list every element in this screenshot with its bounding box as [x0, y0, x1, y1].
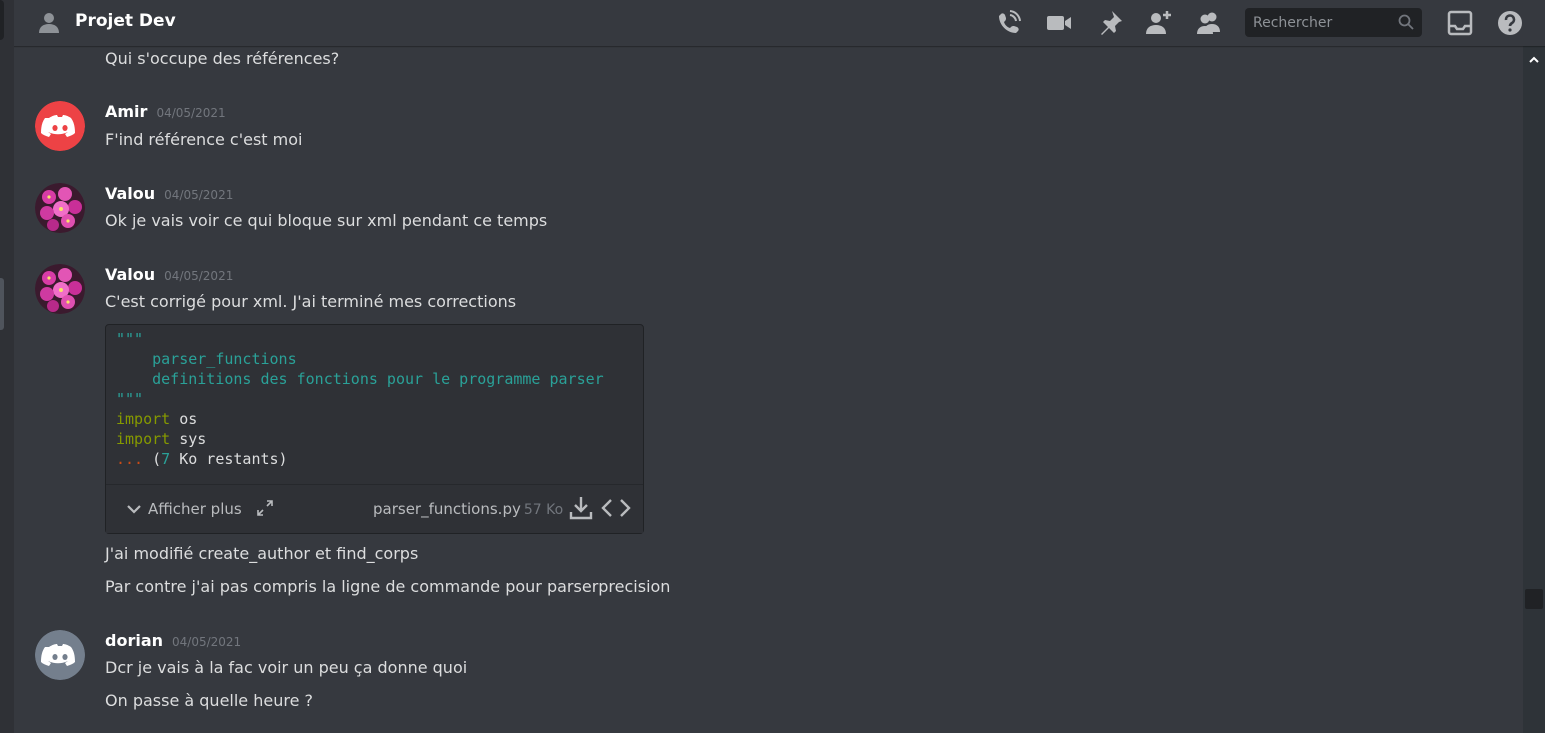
download-icon[interactable] — [569, 495, 593, 521]
message-content: Dcr je vais à la fac voir un peu ça donn… — [105, 658, 468, 677]
code-token: definitions des fonctions pour le progra… — [152, 370, 604, 388]
attachment-filename[interactable]: parser_functions.py 57 Ko — [373, 500, 563, 518]
discord-logo-icon — [35, 630, 85, 680]
scroll-up-icon[interactable] — [1528, 54, 1540, 66]
show-more-button[interactable]: Afficher plus — [126, 500, 242, 518]
message-header: Amir 04/05/2021 — [105, 102, 226, 121]
message-header: dorian 04/05/2021 — [105, 631, 241, 650]
message-header: Valou 04/05/2021 — [105, 184, 233, 203]
member-list-icon[interactable] — [1195, 9, 1223, 37]
message-header: Valou 04/05/2021 — [105, 265, 233, 284]
code-token: """ — [116, 390, 144, 408]
timestamp: 04/05/2021 — [156, 106, 226, 120]
code-token: """ — [116, 330, 144, 348]
video-call-icon[interactable] — [1045, 9, 1073, 37]
code-token: Ko restants) — [170, 450, 288, 468]
message-content: J'ai modifié create_author et find_corps — [105, 544, 419, 563]
code-token: 7 — [161, 450, 171, 468]
attachment-filesize: 57 Ko — [523, 502, 564, 518]
channel-header: Projet Dev — [14, 0, 1545, 46]
filename-text: parser_functions.py — [373, 500, 521, 518]
search-box[interactable] — [1245, 8, 1422, 37]
search-icon — [1398, 14, 1414, 30]
voice-call-icon[interactable] — [994, 9, 1022, 37]
message-content: F'ind référence c'est moi — [105, 130, 303, 149]
chevron-down-icon — [127, 505, 141, 514]
scrollbar[interactable] — [1523, 46, 1545, 733]
author-name[interactable]: dorian — [105, 631, 163, 650]
code-preview: """ parser_functions definitions des fon… — [116, 329, 604, 469]
message-content: Par contre j'ai pas compris la ligne de … — [105, 577, 671, 596]
search-input[interactable] — [1245, 8, 1393, 37]
pin-icon[interactable] — [1096, 9, 1124, 37]
expand-icon[interactable] — [256, 499, 274, 517]
discord-logo-icon — [35, 101, 85, 151]
code-token: ( — [143, 450, 162, 468]
channel-title: Projet Dev — [75, 11, 176, 31]
message-list: Qui s'occupe des références? Amir 04/05/2… — [14, 46, 1522, 733]
code-token: sys — [170, 430, 207, 448]
flower-avatar-icon — [35, 264, 85, 314]
show-more-label: Afficher plus — [148, 500, 242, 518]
channel-members-icon — [39, 13, 59, 33]
code-token: import — [116, 410, 171, 428]
server-sidebar-edge — [0, 0, 14, 733]
timestamp: 04/05/2021 — [164, 188, 234, 202]
avatar[interactable] — [35, 630, 85, 680]
sidebar-notch — [0, 0, 4, 40]
message-content: C'est corrigé pour xml. J'ai terminé mes… — [105, 292, 517, 311]
help-icon[interactable] — [1496, 9, 1524, 37]
attachment-footer: Afficher plus parser_functions.py 57 Ko — [106, 484, 643, 533]
avatar[interactable] — [35, 101, 85, 151]
code-token: import — [116, 430, 171, 448]
server-indicator — [0, 278, 4, 330]
author-name[interactable]: Valou — [105, 184, 155, 203]
code-token: ... — [116, 450, 144, 468]
code-token: parser_functions — [152, 350, 297, 368]
scrollbar-thumb[interactable] — [1525, 589, 1543, 609]
timestamp: 04/05/2021 — [172, 635, 242, 649]
flower-avatar-icon — [35, 183, 85, 233]
author-name[interactable]: Amir — [105, 102, 147, 121]
author-name[interactable]: Valou — [105, 265, 155, 284]
timestamp: 04/05/2021 — [164, 269, 234, 283]
add-friend-icon[interactable] — [1145, 9, 1173, 37]
code-attachment: """ parser_functions definitions des fon… — [105, 324, 644, 534]
avatar[interactable] — [35, 264, 85, 314]
code-token: os — [170, 410, 198, 428]
message-content: On passe à quelle heure ? — [105, 691, 314, 710]
inbox-icon[interactable] — [1446, 9, 1474, 37]
message-content: Ok je vais voir ce qui bloque sur xml pe… — [105, 211, 548, 230]
avatar[interactable] — [35, 183, 85, 233]
message-content: Qui s'occupe des références? — [105, 49, 340, 68]
view-code-icon[interactable] — [601, 497, 631, 519]
